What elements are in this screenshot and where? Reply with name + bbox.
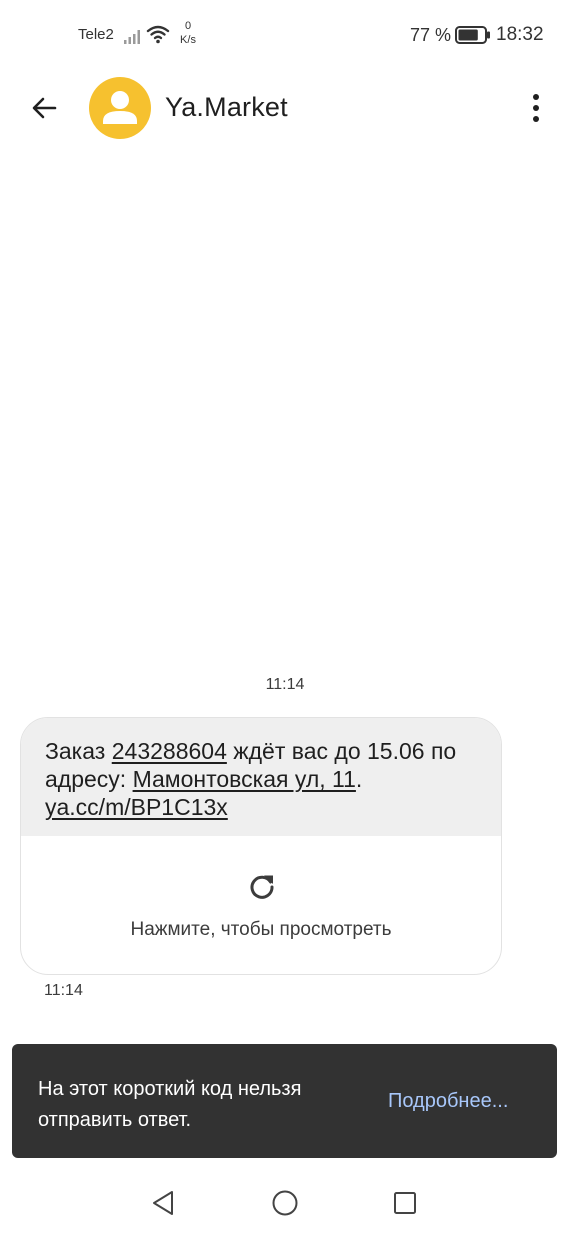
battery-icon <box>455 26 490 44</box>
wifi-icon <box>146 25 170 44</box>
arrow-back-icon <box>32 97 57 119</box>
network-speed-unit: K/s <box>180 34 196 46</box>
message-timestamp: 11:14 <box>44 982 83 999</box>
order-number-link[interactable]: 243288604 <box>112 738 227 764</box>
snackbar-more-button[interactable]: Подробнее... <box>388 1090 508 1113</box>
refresh-icon <box>250 875 274 899</box>
status-clock: 18:32 <box>496 24 544 45</box>
network-speed-value: 0 <box>184 20 192 32</box>
battery-percent: 77 % <box>410 25 452 45</box>
message-text-part: . <box>355 766 363 792</box>
navigation-bar <box>0 1168 570 1235</box>
nav-recent-icon[interactable] <box>390 1188 420 1218</box>
signal-icon <box>124 30 140 44</box>
carrier-name: Tele2 <box>78 26 114 43</box>
network-speed: 0 K/s <box>176 19 200 47</box>
nav-back-icon[interactable] <box>148 1188 178 1218</box>
link-preview[interactable]: Нажмите, чтобы просмотреть <box>21 836 501 974</box>
address-link[interactable]: Мамонтовская ул, 11 <box>133 766 356 792</box>
message-bubble[interactable]: Заказ 243288604 ждёт вас до 15.06 по адр… <box>20 717 502 975</box>
message-timestamp-header: 11:14 <box>265 676 305 693</box>
message-text: Заказ 243288604 ждёт вас до 15.06 по адр… <box>21 718 501 836</box>
short-url-link[interactable]: ya.cc/m/BP1C13x <box>45 794 228 820</box>
back-button[interactable] <box>24 88 64 128</box>
more-options-button[interactable] <box>516 88 556 128</box>
snackbar: На этот короткий код нельзя отправить от… <box>12 1044 557 1158</box>
person-icon <box>103 91 137 124</box>
snackbar-message: На этот короткий код нельзя отправить от… <box>38 1078 302 1131</box>
contact-name[interactable]: Ya.Market <box>165 92 288 123</box>
message-text-part: Заказ <box>45 738 112 764</box>
contact-avatar[interactable] <box>89 77 151 139</box>
app-bar: Ya.Market <box>0 70 570 146</box>
nav-home-icon[interactable] <box>270 1188 300 1218</box>
preview-label: Нажмите, чтобы просмотреть <box>130 919 392 940</box>
more-vert-icon <box>533 94 539 122</box>
status-bar: Tele2 0 K/s 77 % 18:32 <box>0 0 570 70</box>
